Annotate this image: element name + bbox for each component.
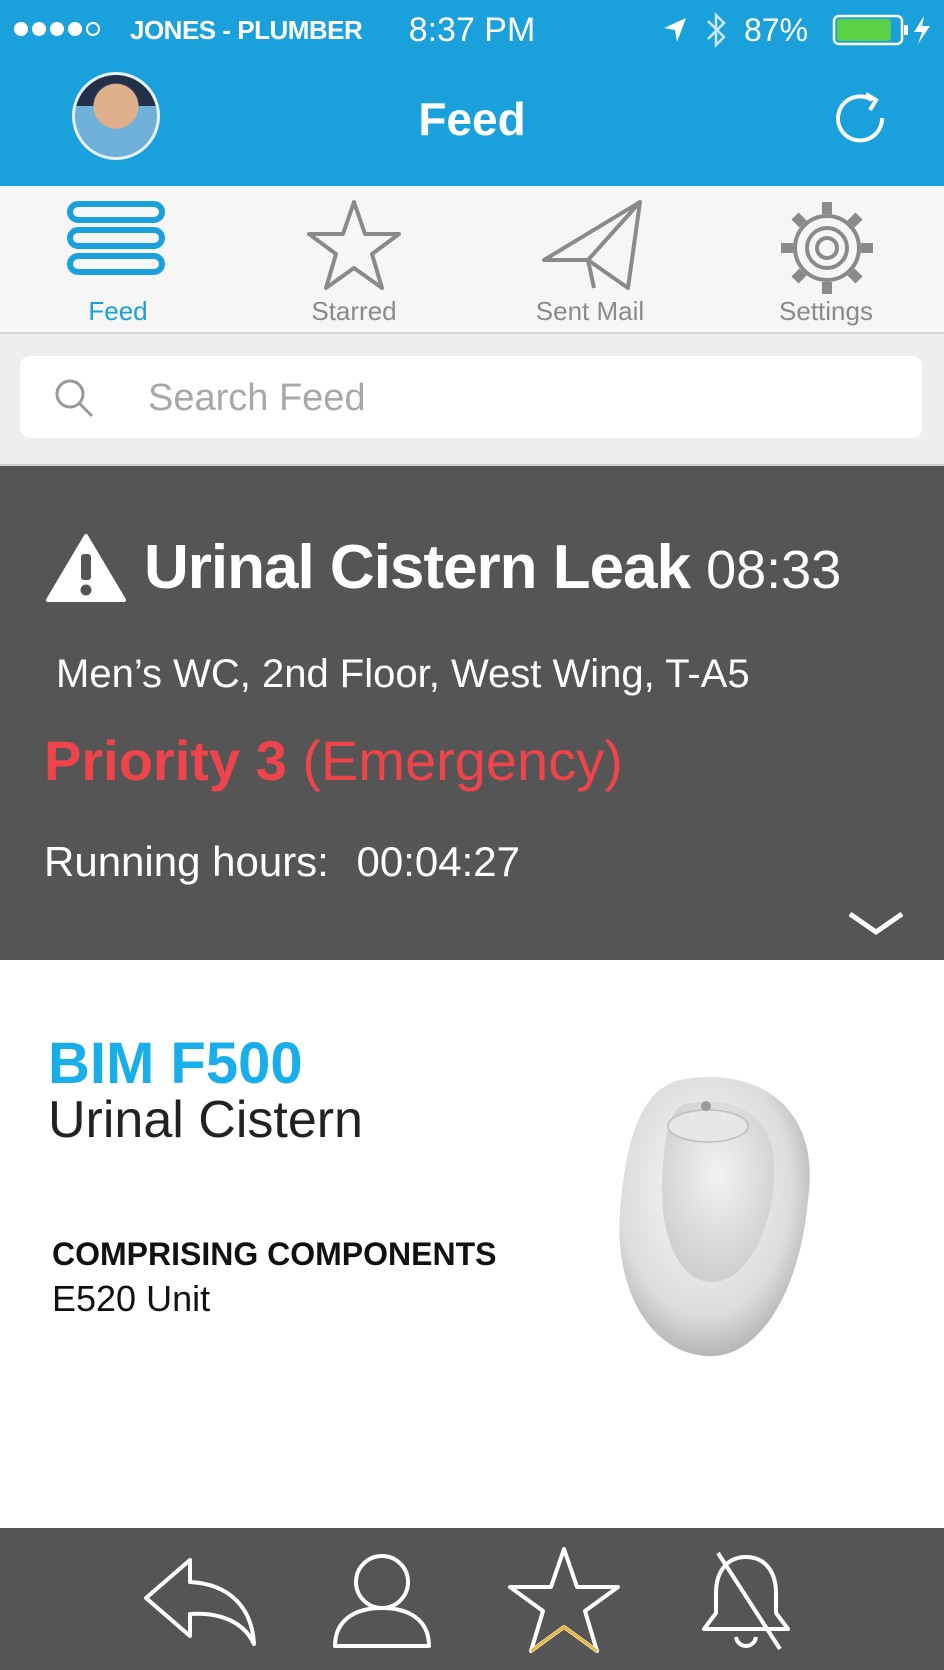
location-arrow-icon	[664, 18, 686, 42]
product-code: BIM F500	[48, 1031, 303, 1096]
priority-level: (Emergency)	[302, 729, 623, 792]
bluetooth-icon	[707, 11, 726, 49]
list-icon	[67, 201, 165, 275]
alert-title: Urinal Cistern Leak	[144, 533, 691, 602]
bottom-toolbar	[0, 1528, 944, 1670]
search-bar	[0, 334, 944, 466]
star-button[interactable]	[504, 1542, 624, 1658]
product-name: Urinal Cistern	[48, 1091, 363, 1149]
tab-settings[interactable]: Settings	[708, 186, 944, 332]
search-input[interactable]	[146, 356, 890, 440]
reply-icon	[144, 1558, 256, 1646]
alert-time: 08:33	[706, 540, 842, 600]
bell-off-icon	[702, 1551, 790, 1651]
tab-label: Settings	[779, 296, 873, 326]
tab-bar: Feed Starred Sent Mail Settings	[0, 186, 944, 334]
tab-starred[interactable]: Starred	[236, 186, 472, 332]
tab-label: Feed	[88, 296, 148, 326]
battery-icon	[832, 14, 930, 46]
running-hours-row: Running hours: 00:04:27	[44, 838, 520, 886]
search-icon	[55, 379, 94, 418]
reply-button[interactable]	[140, 1542, 260, 1658]
contact-button[interactable]	[322, 1542, 442, 1658]
star-icon	[508, 1547, 620, 1653]
gear-icon	[781, 202, 873, 294]
alert-header: Urinal Cistern Leak 08:33	[44, 532, 841, 604]
running-hours-label: Running hours:	[44, 838, 329, 885]
app-header: JONES - PLUMBER 8:37 PM 87% Feed	[0, 0, 944, 186]
page-title: Feed	[418, 93, 526, 145]
tab-label: Sent Mail	[535, 296, 645, 326]
star-icon	[307, 200, 401, 290]
user-icon	[333, 1554, 431, 1648]
battery-percentage: 87%	[744, 12, 809, 48]
search-box[interactable]	[20, 356, 922, 440]
priority-row: Priority 3 (Emergency)	[44, 728, 623, 793]
priority-label: Priority 3	[44, 729, 287, 792]
paper-plane-icon	[542, 200, 642, 290]
alert-location: Men’s WC, 2nd Floor, West Wing, T-A5	[56, 652, 750, 696]
warning-icon	[46, 534, 126, 602]
chevron-down-icon[interactable]	[846, 908, 906, 938]
tab-feed[interactable]: Feed	[0, 186, 236, 332]
tab-sent-mail[interactable]: Sent Mail	[472, 186, 708, 332]
components-heading: COMPRISING COMPONENTS	[52, 1236, 497, 1272]
urinal-image	[619, 1076, 810, 1357]
alert-card[interactable]: Urinal Cistern Leak 08:33 Men’s WC, 2nd …	[0, 466, 944, 960]
mute-button[interactable]	[686, 1542, 806, 1658]
tab-label: Starred	[311, 296, 397, 326]
running-hours-value: 00:04:27	[356, 838, 521, 885]
component-item: E520 Unit	[52, 1278, 211, 1319]
product-details: BIM F500 Urinal Cistern COMPRISING COMPO…	[0, 960, 944, 1528]
refresh-icon[interactable]	[830, 88, 892, 150]
